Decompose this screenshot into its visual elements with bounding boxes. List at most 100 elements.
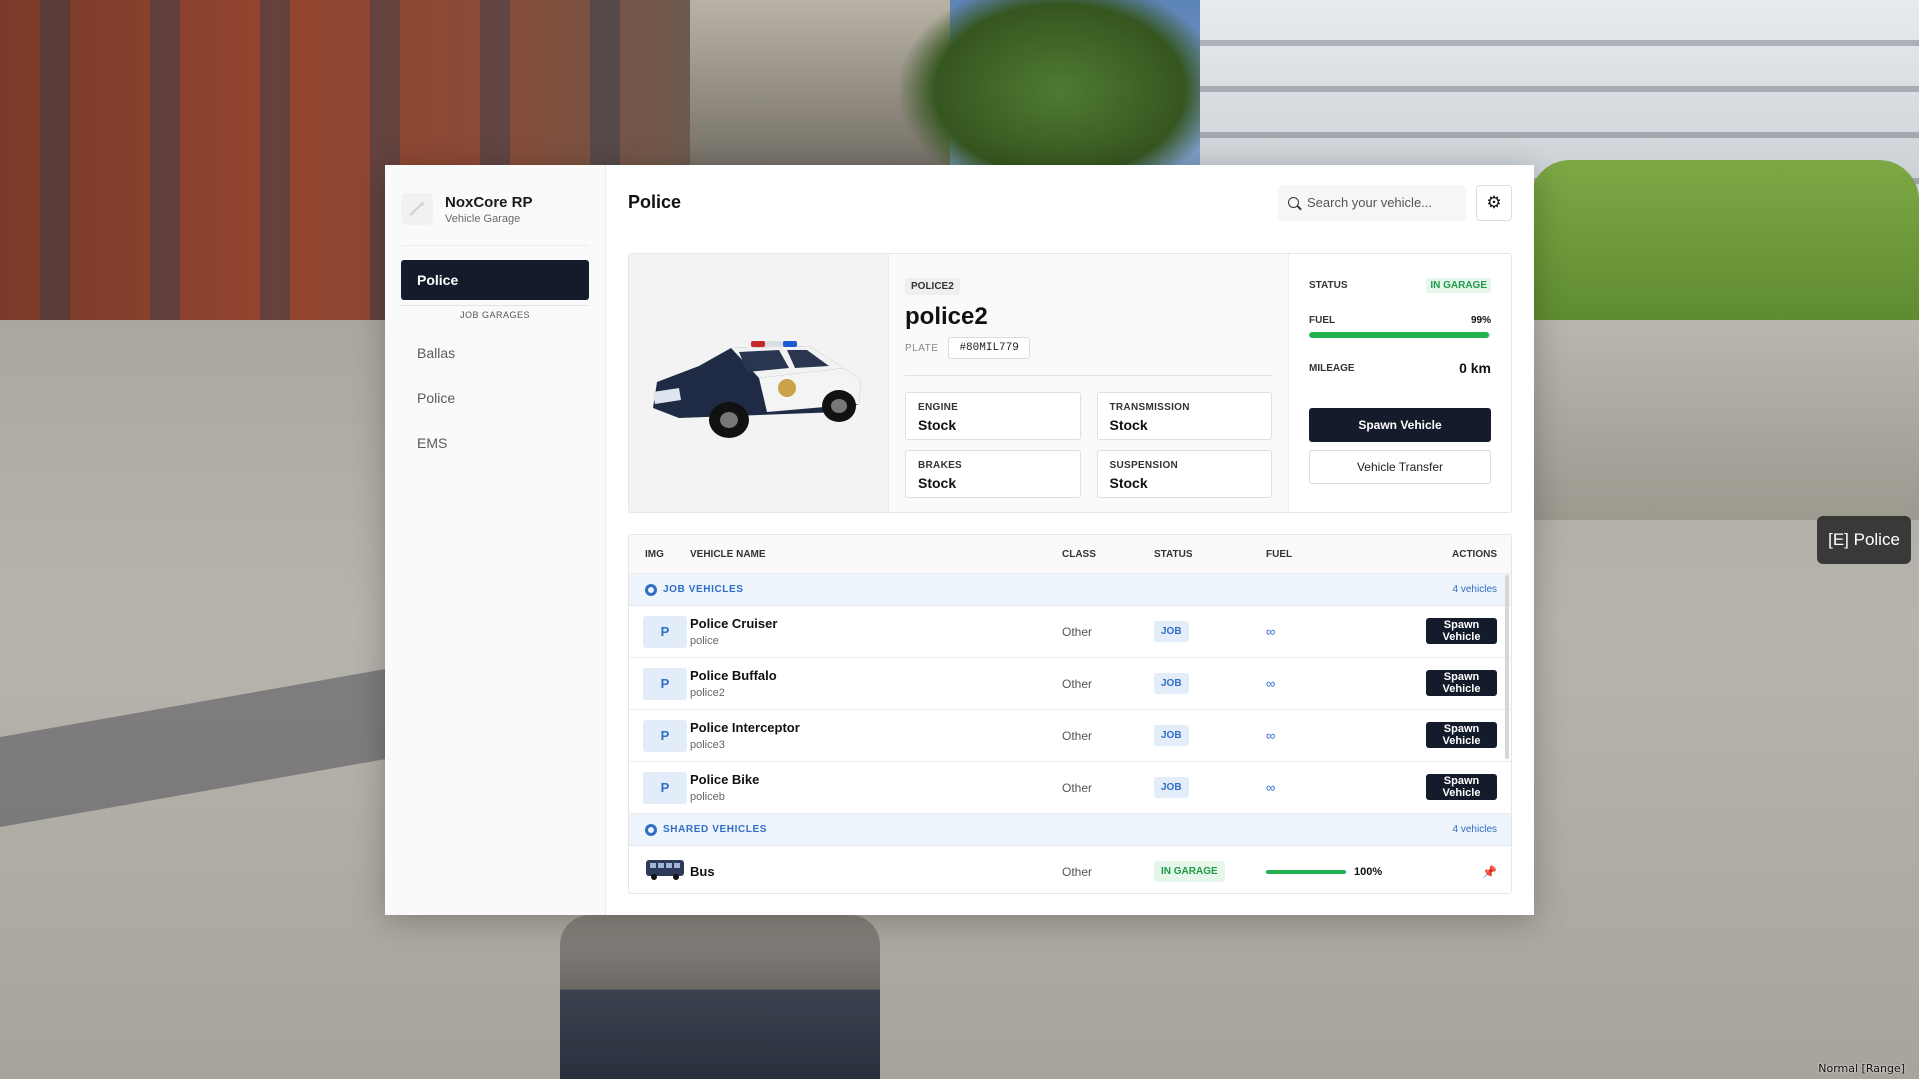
group-count: 4 vehicles bbox=[1452, 824, 1497, 835]
vehicle-badge: P bbox=[643, 771, 687, 804]
row-status-badge: JOB bbox=[1154, 777, 1189, 798]
row-vehicle-model: police2 bbox=[690, 687, 725, 699]
fuel-bar bbox=[1309, 332, 1491, 338]
page-title: Police bbox=[628, 192, 682, 212]
settings-button[interactable]: ⚙ bbox=[1476, 184, 1512, 221]
vehicle-image bbox=[629, 254, 889, 512]
table-row[interactable]: P Police Cruiser police Other JOB ∞ Spawn… bbox=[629, 606, 1511, 658]
table-row[interactable]: Bus Other IN GARAGE 100% 📌 bbox=[629, 846, 1511, 893]
status-badge: IN GARAGE bbox=[1426, 278, 1491, 293]
upgrade-value: Stock bbox=[918, 417, 957, 433]
section-label-job-garages: JOB GARAGES bbox=[401, 305, 589, 320]
brand-subtitle: Vehicle Garage bbox=[445, 212, 521, 225]
header-status: STATUS bbox=[1154, 548, 1193, 560]
row-class: Other bbox=[1062, 676, 1093, 691]
row-class: Other bbox=[1062, 780, 1093, 795]
bus-icon bbox=[646, 860, 684, 880]
group-radio-icon bbox=[645, 823, 657, 836]
vehicle-table: IMG VEHICLE NAME CLASS STATUS FUEL ACTIO… bbox=[628, 534, 1512, 894]
garage-panel: NoxCore RP Vehicle Garage Police JOB GAR… bbox=[385, 165, 1534, 915]
upgrade-transmission: TRANSMISSION Stock bbox=[1096, 392, 1272, 440]
model-tag: POLICE2 bbox=[905, 278, 960, 295]
main-content: Police ⚙ bbox=[606, 165, 1534, 915]
sidebar-item-ems[interactable]: EMS bbox=[401, 420, 589, 465]
upgrade-label: ENGINE bbox=[918, 402, 959, 413]
search-input[interactable] bbox=[1307, 195, 1447, 210]
row-spawn-button[interactable]: Spawn Vehicle bbox=[1426, 618, 1497, 644]
row-vehicle-model: policeb bbox=[690, 791, 725, 803]
row-vehicle-name: Police Interceptor bbox=[690, 720, 800, 735]
row-fuel-infinite: ∞ bbox=[1266, 624, 1276, 639]
row-status-badge: JOB bbox=[1154, 725, 1189, 746]
upgrade-brakes: BRAKES Stock bbox=[905, 450, 1081, 498]
plate-label: PLATE bbox=[905, 342, 939, 354]
sidebar: NoxCore RP Vehicle Garage Police JOB GAR… bbox=[385, 165, 606, 915]
pin-icon[interactable]: 📌 bbox=[1482, 865, 1497, 879]
row-fuel-bar bbox=[1266, 869, 1346, 874]
row-spawn-button[interactable]: Spawn Vehicle bbox=[1426, 722, 1497, 748]
row-spawn-button[interactable]: Spawn Vehicle bbox=[1426, 670, 1497, 696]
fuel-value: 99% bbox=[1470, 315, 1491, 326]
table-row[interactable]: P Police Buffalo police2 Other JOB ∞ Spaw… bbox=[629, 658, 1511, 710]
row-status-badge: IN GARAGE bbox=[1154, 861, 1225, 882]
sidebar-item-police[interactable]: Police bbox=[401, 375, 589, 420]
row-spawn-button[interactable]: Spawn Vehicle bbox=[1426, 774, 1497, 800]
row-fuel-infinite: ∞ bbox=[1266, 728, 1276, 743]
fuel-bar-fill bbox=[1309, 332, 1490, 338]
row-vehicle-name: Bus bbox=[690, 864, 715, 879]
upgrade-suspension: SUSPENSION Stock bbox=[1096, 450, 1272, 498]
sidebar-item-ballas[interactable]: Ballas bbox=[401, 330, 589, 375]
search-icon bbox=[1288, 197, 1299, 208]
vehicle-info: POLICE2 police2 PLATE #80MIL779 ENGINE S… bbox=[889, 254, 1289, 512]
gear-icon: ⚙ bbox=[1486, 192, 1502, 212]
row-fuel-bar-fill bbox=[1266, 869, 1346, 874]
search-box[interactable] bbox=[1278, 184, 1466, 221]
player-character bbox=[560, 915, 880, 1079]
row-status-badge: JOB bbox=[1154, 673, 1189, 694]
police-car-icon bbox=[652, 341, 861, 438]
group-header-shared-vehicles[interactable]: SHARED VEHICLES 4 vehicles bbox=[629, 814, 1511, 846]
brand-title: NoxCore RP bbox=[445, 193, 533, 211]
upgrade-label: SUSPENSION bbox=[1109, 460, 1179, 471]
header-fuel: FUEL bbox=[1266, 548, 1293, 560]
spawn-vehicle-button[interactable]: Spawn Vehicle bbox=[1309, 408, 1491, 442]
table-header: IMG VEHICLE NAME CLASS STATUS FUEL ACTIO… bbox=[629, 535, 1511, 574]
vehicle-badge: P bbox=[643, 719, 687, 752]
sidebar-item-police-active[interactable]: Police bbox=[401, 260, 589, 300]
table-row[interactable]: P Police Bike policeb Other JOB ∞ Spawn V… bbox=[629, 762, 1511, 814]
group-label: SHARED VEHICLES bbox=[663, 824, 768, 835]
table-scrollbar[interactable] bbox=[1505, 575, 1509, 759]
row-vehicle-model: police bbox=[690, 635, 719, 647]
upgrades-grid: ENGINE Stock TRANSMISSION Stock BRAKES S… bbox=[905, 392, 1272, 498]
status-label: STATUS bbox=[1309, 280, 1348, 291]
header-class: CLASS bbox=[1062, 548, 1096, 560]
plate-value: #80MIL779 bbox=[948, 337, 1030, 359]
garage-logo-icon bbox=[401, 193, 433, 225]
header-img: IMG bbox=[645, 548, 664, 560]
hedge bbox=[1530, 160, 1919, 330]
group-header-job-vehicles[interactable]: JOB VEHICLES 4 vehicles bbox=[629, 574, 1511, 606]
upgrade-value: Stock bbox=[1109, 475, 1148, 491]
table-row[interactable]: P Police Interceptor police3 Other JOB ∞ … bbox=[629, 710, 1511, 762]
group-count: 4 vehicles bbox=[1452, 584, 1497, 595]
row-vehicle-name: Police Bike bbox=[690, 772, 760, 787]
upgrade-label: BRAKES bbox=[918, 460, 963, 471]
brand: NoxCore RP Vehicle Garage bbox=[401, 165, 589, 246]
row-fuel-value: 100% bbox=[1354, 865, 1383, 878]
vehicle-detail-card: POLICE2 police2 PLATE #80MIL779 ENGINE S… bbox=[628, 253, 1512, 513]
header-actions: ACTIONS bbox=[1452, 548, 1497, 560]
row-fuel-infinite: ∞ bbox=[1266, 676, 1276, 691]
plate-row: PLATE #80MIL779 bbox=[905, 337, 1272, 376]
fuel-label: FUEL bbox=[1309, 315, 1336, 326]
row-vehicle-model: police3 bbox=[690, 739, 725, 751]
group-radio-icon bbox=[645, 583, 657, 596]
row-class: Other bbox=[1062, 864, 1093, 879]
mileage-label: MILEAGE bbox=[1309, 362, 1355, 374]
interaction-prompt: [E] Police bbox=[1817, 516, 1911, 564]
row-class: Other bbox=[1062, 728, 1093, 743]
vehicle-badge: P bbox=[643, 667, 687, 700]
vehicle-transfer-button[interactable]: Vehicle Transfer bbox=[1309, 450, 1491, 484]
stone-wall bbox=[1530, 320, 1919, 520]
row-fuel-infinite: ∞ bbox=[1266, 780, 1276, 795]
row-vehicle-name: Police Cruiser bbox=[690, 616, 778, 631]
